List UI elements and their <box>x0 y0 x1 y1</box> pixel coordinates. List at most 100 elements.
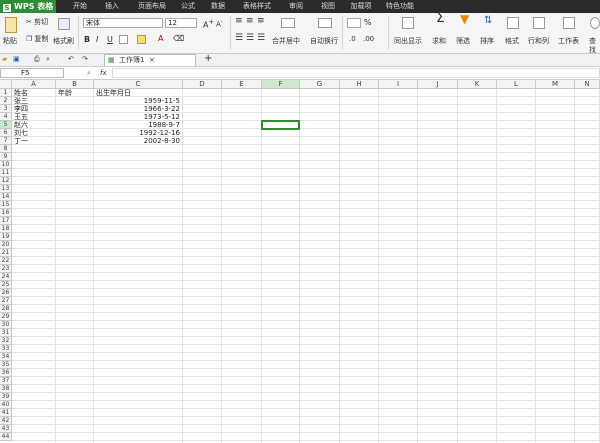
active-cell-selection[interactable] <box>261 120 300 130</box>
row-header[interactable]: 33 <box>0 345 12 353</box>
row-header[interactable]: 3 <box>0 105 12 113</box>
app-logo-button[interactable]: S WPS 表格 <box>0 0 56 13</box>
conditional-format-icon[interactable] <box>402 17 414 29</box>
align-bottom-icon[interactable]: ≡ <box>257 17 265 26</box>
wrap-text-icon[interactable] <box>318 18 332 28</box>
italic-button[interactable]: I <box>96 35 98 44</box>
border-icon[interactable] <box>119 35 128 44</box>
sort-button[interactable]: 排序 <box>480 37 494 46</box>
row-header[interactable]: 19 <box>0 233 12 241</box>
paste-button[interactable]: 粘贴 <box>3 37 17 46</box>
font-name-select[interactable]: 宋体 <box>83 18 163 28</box>
row-header[interactable]: 14 <box>0 193 12 201</box>
formula-input[interactable] <box>112 68 600 78</box>
align-right-icon[interactable]: ☰ <box>257 34 265 43</box>
number-format-select[interactable] <box>347 18 361 28</box>
align-top-icon[interactable]: ≡ <box>235 17 243 26</box>
eraser-icon[interactable]: ⌫ <box>173 34 184 43</box>
row-header[interactable]: 41 <box>0 409 12 417</box>
filter-button[interactable]: 筛选 <box>456 37 470 46</box>
row-header[interactable]: 26 <box>0 289 12 297</box>
cut-button[interactable]: ✂ 剪切 <box>26 18 48 27</box>
menu-tab[interactable]: 加载项 <box>345 0 377 13</box>
cell-C7[interactable]: 2002-8-30 <box>96 137 180 145</box>
find-button[interactable]: 查找 <box>589 37 600 55</box>
cell-C5[interactable]: 1988-9-7 <box>96 121 180 129</box>
row-header[interactable]: 29 <box>0 313 12 321</box>
cell-B1[interactable]: 年龄 <box>58 89 91 97</box>
row-header[interactable]: 28 <box>0 305 12 313</box>
row-header[interactable]: 40 <box>0 401 12 409</box>
menu-tab[interactable]: 特色功能 <box>380 0 420 13</box>
conditional-format-button[interactable]: 同出显示 <box>394 37 422 46</box>
find-icon[interactable] <box>590 17 600 29</box>
column-header[interactable]: H <box>340 80 379 89</box>
row-header[interactable]: 22 <box>0 257 12 265</box>
row-header[interactable]: 39 <box>0 393 12 401</box>
copy-button[interactable]: ❐ 复制 <box>26 35 49 44</box>
new-tab-icon[interactable]: + <box>204 54 212 64</box>
format-button[interactable]: 格式 <box>505 37 519 46</box>
menu-tab[interactable]: 开始 <box>67 0 93 13</box>
bold-button[interactable]: B <box>84 35 90 44</box>
merge-center-button[interactable]: 合并居中 <box>272 37 300 46</box>
row-header[interactable]: 8 <box>0 145 12 153</box>
row-col-button[interactable]: 行和列 <box>528 37 549 46</box>
undo-icon[interactable]: ↶ <box>68 55 74 64</box>
row-header[interactable]: 25 <box>0 281 12 289</box>
column-header[interactable]: G <box>300 80 340 89</box>
row-header[interactable]: 17 <box>0 217 12 225</box>
row-header[interactable]: 1 <box>0 89 12 97</box>
row-header[interactable]: 7 <box>0 137 12 145</box>
filter-icon[interactable]: ▼ <box>460 13 469 25</box>
decrease-decimal-icon[interactable]: .00 <box>363 35 374 44</box>
close-tab-icon[interactable]: × <box>149 56 155 65</box>
column-header[interactable]: A <box>12 80 56 89</box>
align-left-icon[interactable]: ☰ <box>235 34 243 43</box>
row-header[interactable]: 2 <box>0 97 12 105</box>
menu-tab[interactable]: 插入 <box>96 0 128 13</box>
cell-C4[interactable]: 1973-5-12 <box>96 113 180 121</box>
row-header[interactable]: 43 <box>0 425 12 433</box>
cell-C6[interactable]: 1992-12-16 <box>96 129 180 137</box>
increase-decimal-icon[interactable]: .0 <box>349 35 356 44</box>
menu-tab[interactable]: 公式 <box>174 0 202 13</box>
row-header[interactable]: 12 <box>0 177 12 185</box>
row-header[interactable]: 5 <box>0 121 12 129</box>
align-middle-icon[interactable]: ≡ <box>246 17 254 26</box>
sheet-grid[interactable]: A B C D E F G H I J K L M N 1 2 3 4 5 6 7 8 9 10 11 12 13 14 15 16 17 1… <box>0 80 600 443</box>
doc-tab[interactable]: ▦ 工作簿1 × <box>104 54 196 66</box>
print-icon[interactable]: ⎙ <box>34 55 40 64</box>
column-header[interactable]: D <box>183 80 222 89</box>
column-header[interactable]: J <box>418 80 458 89</box>
cell-C1[interactable]: 出生年月日 <box>96 89 180 97</box>
row-header[interactable]: 15 <box>0 201 12 209</box>
open-icon[interactable]: ▰ <box>2 55 7 64</box>
row-header[interactable]: 31 <box>0 329 12 337</box>
cell-C2[interactable]: 1959-11-5 <box>96 97 180 105</box>
row-header[interactable]: 4 <box>0 113 12 121</box>
name-box[interactable]: F5 <box>0 68 64 78</box>
row-header[interactable]: 10 <box>0 161 12 169</box>
row-header[interactable]: 36 <box>0 369 12 377</box>
row-header[interactable]: 37 <box>0 377 12 385</box>
row-header[interactable]: 27 <box>0 297 12 305</box>
font-color-button[interactable]: A <box>158 34 163 43</box>
font-size-select[interactable]: 12 <box>165 18 197 28</box>
row-header[interactable]: 18 <box>0 225 12 233</box>
cell-A5[interactable]: 赵六 <box>14 121 53 129</box>
cell-A2[interactable]: 张三 <box>14 97 53 105</box>
row-header[interactable]: 21 <box>0 249 12 257</box>
select-all-corner[interactable] <box>0 80 12 89</box>
shrink-font-button[interactable]: A- <box>216 18 223 29</box>
cell-A1[interactable]: 姓名 <box>14 89 53 97</box>
wrap-text-button[interactable]: 自动换行 <box>310 37 338 46</box>
column-header[interactable]: M <box>536 80 575 89</box>
cell-A3[interactable]: 李四 <box>14 105 53 113</box>
column-header[interactable]: I <box>379 80 418 89</box>
row-header[interactable]: 34 <box>0 353 12 361</box>
sort-icon[interactable]: ⇅ <box>484 16 492 26</box>
cell-A7[interactable]: 丁一 <box>14 137 53 145</box>
row-header[interactable]: 30 <box>0 321 12 329</box>
row-header[interactable]: 42 <box>0 417 12 425</box>
